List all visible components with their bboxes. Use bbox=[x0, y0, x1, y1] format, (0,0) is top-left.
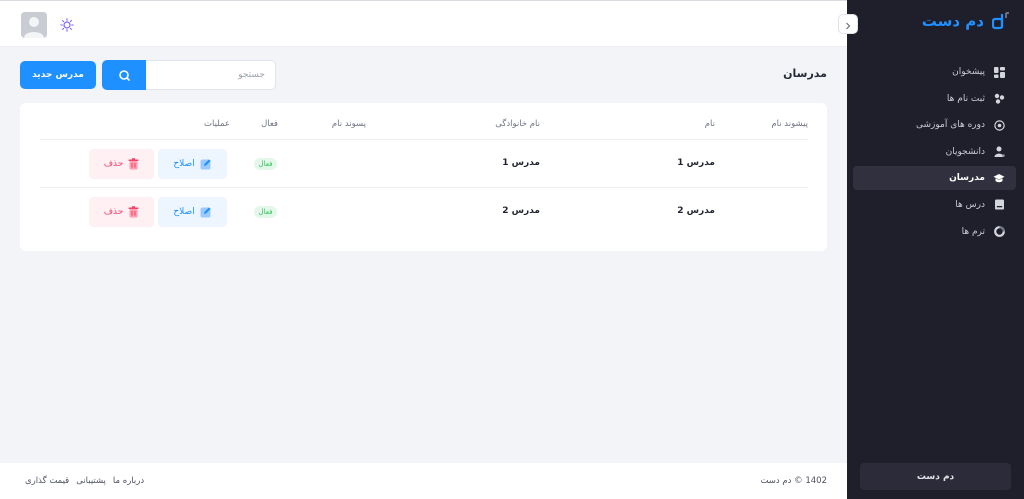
courses-icon bbox=[993, 119, 1005, 131]
cell-name: مدرس 1 bbox=[677, 158, 715, 168]
cell-lastname: مدرس 2 bbox=[502, 206, 540, 216]
edit-button[interactable]: اصلاح bbox=[158, 149, 227, 179]
row-divider bbox=[40, 187, 808, 188]
delete-label: حذف bbox=[103, 159, 124, 169]
students-icon bbox=[993, 146, 1005, 158]
brand-logo-icon bbox=[991, 12, 1010, 30]
top-header bbox=[0, 0, 847, 47]
new-teacher-button[interactable]: مدرس جدید bbox=[20, 61, 96, 89]
sidebar-item-courses[interactable]: دوره های آموزشی bbox=[853, 113, 1016, 137]
dashboard-icon bbox=[993, 66, 1005, 78]
registrations-icon bbox=[993, 93, 1005, 105]
trash-icon bbox=[128, 203, 139, 222]
sidebar-footer-button[interactable]: دم دست bbox=[860, 463, 1011, 490]
sidebar-item-registrations[interactable]: ثبت نام ها bbox=[853, 87, 1016, 111]
column-header-suffix: پسوند نام bbox=[331, 119, 366, 129]
footer-links: درباره ما پشتیبانی قیمت گذاری bbox=[25, 476, 144, 486]
footer-link-pricing[interactable]: قیمت گذاری bbox=[25, 476, 69, 486]
edit-icon bbox=[200, 203, 212, 222]
edit-icon bbox=[200, 155, 212, 174]
trash-icon bbox=[128, 155, 139, 174]
edit-label: اصلاح bbox=[173, 207, 195, 217]
sun-icon[interactable] bbox=[60, 17, 74, 32]
lessons-icon bbox=[993, 199, 1005, 211]
sidebar-item-label: پیشخوان bbox=[952, 67, 985, 77]
delete-label: حذف bbox=[103, 207, 124, 217]
delete-button[interactable]: حذف bbox=[89, 197, 154, 227]
teachers-icon bbox=[993, 172, 1005, 184]
cell-lastname: مدرس 1 bbox=[502, 158, 540, 168]
sidebar-item-label: دانشجویان bbox=[945, 146, 985, 157]
cell-name: مدرس 2 bbox=[677, 206, 715, 216]
sidebar-item-label: مدرسان bbox=[949, 173, 985, 184]
sidebar-nav: پیشخوان ثبت نام ها دوره های آموزشی دانشج… bbox=[853, 60, 1016, 246]
column-header-lastname: نام خانوادگی bbox=[495, 119, 540, 129]
search-button[interactable] bbox=[102, 60, 146, 90]
sidebar-item-students[interactable]: دانشجویان bbox=[853, 140, 1016, 164]
user-avatar-icon[interactable] bbox=[21, 12, 47, 38]
column-header-prefix: پیشوند نام bbox=[771, 119, 808, 129]
edit-label: اصلاح bbox=[173, 159, 195, 169]
column-header-name: نام bbox=[704, 119, 715, 129]
column-header-actions: عملیات bbox=[204, 119, 230, 129]
page-title: مدرسان bbox=[783, 67, 827, 80]
sidebar-item-label: ترم ها bbox=[961, 226, 985, 237]
chevron-right-icon bbox=[844, 15, 852, 34]
sidebar-item-terms[interactable]: ترم ها bbox=[853, 220, 1016, 244]
sidebar-item-label: ثبت نام ها bbox=[946, 93, 985, 104]
delete-button[interactable]: حذف bbox=[89, 149, 154, 179]
sidebar: دم دست پیشخوان ثبت نام ها دوره های آموزش… bbox=[847, 0, 1024, 499]
page-footer: 1402 © دم دست درباره ما پشتیبانی قیمت گذ… bbox=[0, 463, 847, 499]
sidebar-item-label: درس ها bbox=[955, 199, 985, 210]
search-icon bbox=[118, 66, 130, 85]
search-group bbox=[102, 60, 276, 90]
sidebar-item-dashboard[interactable]: پیشخوان bbox=[853, 60, 1016, 84]
footer-link-about[interactable]: درباره ما bbox=[113, 476, 144, 486]
sidebar-item-label: دوره های آموزشی bbox=[915, 120, 985, 131]
terms-icon bbox=[993, 226, 1005, 238]
brand-name: دم دست bbox=[921, 12, 984, 30]
column-header-active: فعال bbox=[261, 119, 278, 129]
search-input[interactable] bbox=[146, 60, 276, 90]
sidebar-item-teachers[interactable]: مدرسان bbox=[853, 166, 1016, 191]
collapse-sidebar-button[interactable] bbox=[838, 14, 858, 34]
brand[interactable]: دم دست bbox=[922, 12, 1010, 30]
row-divider bbox=[40, 139, 808, 140]
edit-button[interactable]: اصلاح bbox=[158, 197, 227, 227]
status-badge: فعال bbox=[254, 206, 277, 218]
copyright-text: 1402 © دم دست bbox=[760, 476, 827, 486]
status-badge: فعال bbox=[254, 158, 277, 170]
footer-link-support[interactable]: پشتیبانی bbox=[76, 476, 106, 486]
sidebar-item-lessons[interactable]: درس ها bbox=[853, 193, 1016, 217]
